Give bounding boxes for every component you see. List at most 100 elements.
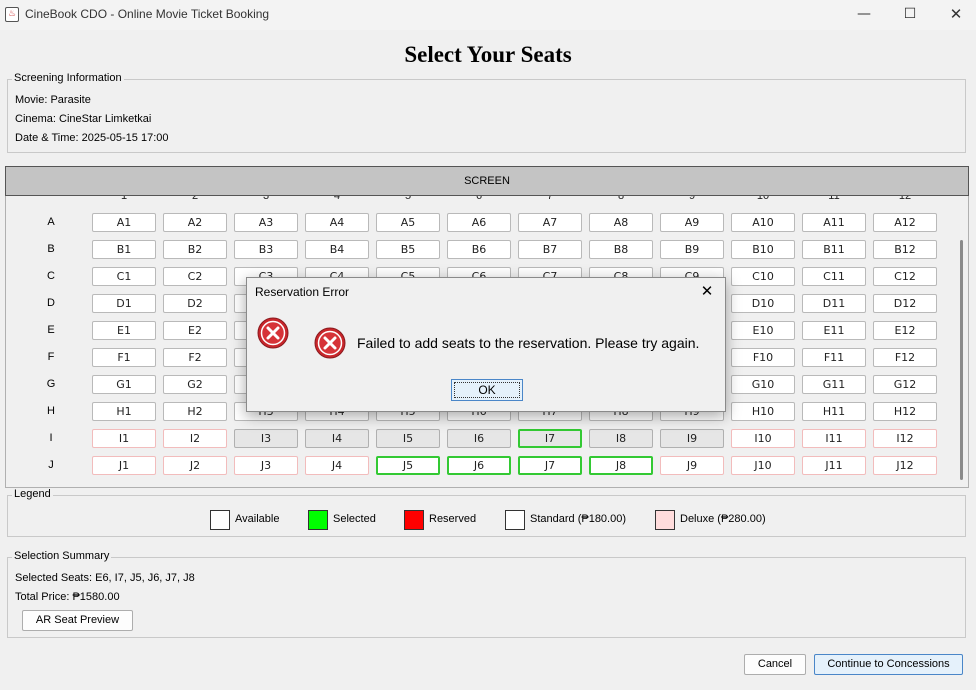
dialog-close-icon[interactable]: ✕ (695, 280, 719, 302)
seat-button[interactable]: B4 (305, 240, 369, 259)
seat-button[interactable]: B8 (589, 240, 653, 259)
seat-button[interactable]: A6 (447, 213, 511, 232)
seat-button[interactable]: A12 (873, 213, 937, 232)
seat-button[interactable]: G1 (92, 375, 156, 394)
seat-button[interactable]: C11 (802, 267, 866, 286)
seat-button[interactable]: C1 (92, 267, 156, 286)
seat-button[interactable]: B5 (376, 240, 440, 259)
seat-button[interactable]: I12 (873, 429, 937, 448)
legend-title: Legend (12, 488, 53, 500)
seat-button[interactable]: B11 (802, 240, 866, 259)
total-price-label: Total Price: ₱1580.00 (15, 591, 120, 603)
seat-button[interactable]: I11 (802, 429, 866, 448)
seat-button[interactable]: I5 (376, 429, 440, 448)
seat-button[interactable]: J4 (305, 456, 369, 475)
seat-button[interactable]: E2 (163, 321, 227, 340)
seat-button[interactable]: H2 (163, 402, 227, 421)
seat-button[interactable]: H12 (873, 402, 937, 421)
seat-button[interactable]: H10 (731, 402, 795, 421)
row-label: E (47, 324, 55, 336)
seat-button[interactable]: A11 (802, 213, 866, 232)
seat-button[interactable]: B2 (163, 240, 227, 259)
scrollbar-thumb[interactable] (960, 240, 963, 480)
column-number: 7 (546, 196, 554, 202)
seat-button[interactable]: D11 (802, 294, 866, 313)
seat-button[interactable]: J12 (873, 456, 937, 475)
seat-button[interactable]: A7 (518, 213, 582, 232)
seat-button[interactable]: I6 (447, 429, 511, 448)
seat-button[interactable]: B6 (447, 240, 511, 259)
seat-button[interactable]: F10 (731, 348, 795, 367)
seat-button[interactable]: I1 (92, 429, 156, 448)
seat-button[interactable]: I3 (234, 429, 298, 448)
legend-label: Available (235, 513, 280, 525)
seat-button[interactable]: J2 (163, 456, 227, 475)
ar-seat-preview-button[interactable]: AR Seat Preview (22, 610, 133, 631)
seat-button[interactable]: G11 (802, 375, 866, 394)
cancel-button[interactable]: Cancel (744, 654, 806, 675)
seat-button[interactable]: B9 (660, 240, 724, 259)
seat-button[interactable]: I10 (731, 429, 795, 448)
ok-button[interactable]: OK (451, 379, 523, 401)
seat-button[interactable]: J5 (376, 456, 440, 475)
seat-button[interactable]: C10 (731, 267, 795, 286)
seat-button[interactable]: A2 (163, 213, 227, 232)
seat-button[interactable]: E1 (92, 321, 156, 340)
continue-to-concessions-button[interactable]: Continue to Concessions (814, 654, 963, 675)
seat-button[interactable]: F11 (802, 348, 866, 367)
seat-button[interactable]: H11 (802, 402, 866, 421)
seat-button[interactable]: A10 (731, 213, 795, 232)
seat-button[interactable]: J3 (234, 456, 298, 475)
seat-button[interactable]: A4 (305, 213, 369, 232)
seat-button[interactable]: C12 (873, 267, 937, 286)
column-number: 8 (617, 196, 625, 202)
seat-button[interactable]: F2 (163, 348, 227, 367)
seat-button[interactable]: I4 (305, 429, 369, 448)
seat-button[interactable]: F1 (92, 348, 156, 367)
selected-seats-label: Selected Seats: E6, I7, J5, J6, J7, J8 (15, 572, 195, 584)
row-label: C (47, 270, 55, 282)
seat-button[interactable]: H1 (92, 402, 156, 421)
seat-button[interactable]: A3 (234, 213, 298, 232)
close-icon[interactable]: ✕ (933, 0, 976, 30)
seat-button[interactable]: G12 (873, 375, 937, 394)
seat-button[interactable]: D1 (92, 294, 156, 313)
seat-button[interactable]: A9 (660, 213, 724, 232)
minimize-icon[interactable]: — (841, 0, 887, 30)
seat-button[interactable]: J10 (731, 456, 795, 475)
seat-button[interactable]: G10 (731, 375, 795, 394)
seat-button[interactable]: A1 (92, 213, 156, 232)
seat-button[interactable]: G2 (163, 375, 227, 394)
seat-button[interactable]: B1 (92, 240, 156, 259)
seat-button[interactable]: A8 (589, 213, 653, 232)
seat-button[interactable]: J6 (447, 456, 511, 475)
legend-group: Legend Available Selected Reserved Standard… (7, 488, 966, 537)
seat-button[interactable]: I7 (518, 429, 582, 448)
seat-button[interactable]: J1 (92, 456, 156, 475)
seat-button[interactable]: B10 (731, 240, 795, 259)
seat-button[interactable]: E12 (873, 321, 937, 340)
seat-button[interactable]: J9 (660, 456, 724, 475)
seat-map-scrollbar[interactable] (959, 196, 965, 487)
seat-button[interactable]: B3 (234, 240, 298, 259)
seat-button[interactable]: I8 (589, 429, 653, 448)
seat-button[interactable]: C2 (163, 267, 227, 286)
seat-button[interactable]: E11 (802, 321, 866, 340)
column-number: 1 (120, 196, 128, 202)
seat-button[interactable]: I9 (660, 429, 724, 448)
seat-button[interactable]: J8 (589, 456, 653, 475)
seat-button[interactable]: B12 (873, 240, 937, 259)
seat-button[interactable]: J7 (518, 456, 582, 475)
seat-button[interactable]: D2 (163, 294, 227, 313)
window-titlebar: ♨ CineBook CDO - Online Movie Ticket Boo… (0, 0, 976, 30)
seat-button[interactable]: A5 (376, 213, 440, 232)
row-label: G (46, 378, 56, 390)
seat-button[interactable]: E10 (731, 321, 795, 340)
seat-button[interactable]: D12 (873, 294, 937, 313)
seat-button[interactable]: D10 (731, 294, 795, 313)
seat-button[interactable]: J11 (802, 456, 866, 475)
maximize-icon[interactable]: ☐ (887, 0, 933, 30)
seat-button[interactable]: F12 (873, 348, 937, 367)
seat-button[interactable]: I2 (163, 429, 227, 448)
seat-button[interactable]: B7 (518, 240, 582, 259)
